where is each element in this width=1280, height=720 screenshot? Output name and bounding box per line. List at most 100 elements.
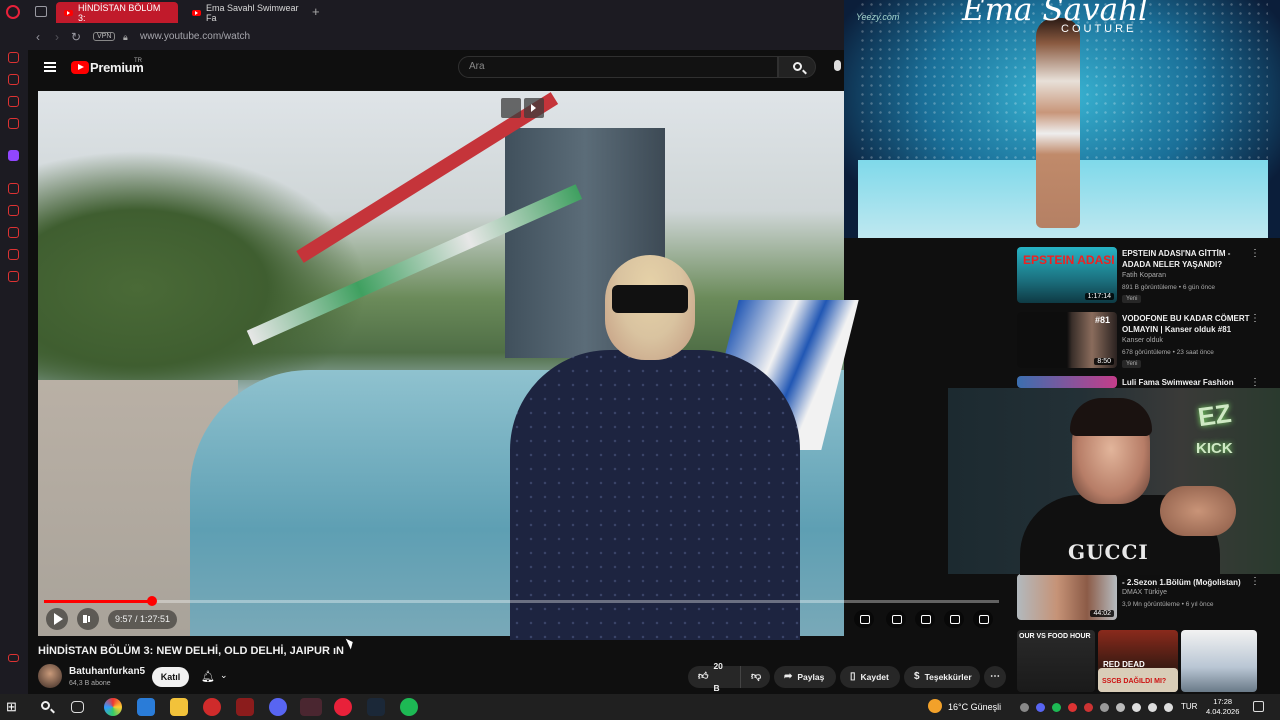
steam-icon[interactable]	[367, 698, 385, 716]
more-vert-icon[interactable]: ⋮	[1250, 377, 1260, 388]
forward-arrow-icon[interactable]: ›	[55, 30, 59, 44]
rec-channel[interactable]: DMAX Türkiye	[1122, 589, 1167, 596]
tray-spotify-icon[interactable]	[1052, 703, 1061, 712]
microphone-icon[interactable]	[1132, 703, 1141, 712]
sidebar-gx-icon[interactable]	[8, 654, 19, 662]
save-button[interactable]: ▯ Kaydet	[840, 666, 900, 688]
file-explorer-icon[interactable]	[170, 698, 188, 716]
rec-title[interactable]: Luli Fama Swimwear Fashion	[1122, 377, 1252, 388]
tray-chevron-icon[interactable]	[1020, 703, 1029, 712]
settings-gear-icon[interactable]	[915, 610, 935, 628]
rec-channel[interactable]: Fatih Koparan	[1122, 272, 1166, 279]
webcam-neon-sign: EZ	[1196, 397, 1234, 433]
opera-logo-icon[interactable]	[6, 5, 20, 19]
more-vert-icon[interactable]: ⋮	[1250, 313, 1260, 324]
rec-channel[interactable]: Kanser olduk	[1122, 337, 1163, 344]
discord-icon[interactable]	[269, 698, 287, 716]
chrome-icon[interactable]	[104, 698, 122, 716]
sidebar-extensions-icon[interactable]	[8, 249, 19, 260]
weather-sun-icon[interactable]	[928, 699, 942, 713]
short-thumbnail[interactable]: OUR VS FOOD HOUR	[1017, 630, 1095, 692]
lock-icon[interactable]: 🔒︎	[123, 32, 128, 43]
dislike-button[interactable]: 👎︎	[740, 666, 770, 688]
voicemod-icon[interactable]	[236, 698, 254, 716]
clock[interactable]: 17:28 4.04.2026	[1206, 697, 1239, 717]
task-view-icon[interactable]	[71, 701, 84, 713]
more-vert-icon[interactable]: ⋮	[1250, 248, 1260, 259]
video-frame-trees	[38, 150, 368, 380]
brand-subtitle: COUTURE	[1061, 23, 1137, 35]
opera-icon[interactable]	[334, 698, 352, 716]
back-arrow-icon[interactable]: ‹	[36, 30, 40, 44]
tray-app-icon[interactable]	[1116, 703, 1125, 712]
speaker-icon[interactable]	[1164, 703, 1173, 712]
search-button[interactable]	[778, 56, 816, 78]
sidebar-clock-icon[interactable]	[8, 183, 19, 194]
short-thumbnail[interactable]: SSCB DAĞILDI MI?	[1098, 668, 1178, 692]
sidebar-bookmark-icon[interactable]	[8, 205, 19, 216]
next-video-icon[interactable]	[524, 98, 544, 118]
language-indicator[interactable]: TUR	[1181, 702, 1197, 711]
sidebar-messenger-icon[interactable]	[8, 52, 19, 63]
tray-discord-icon[interactable]	[1036, 703, 1045, 712]
thanks-button[interactable]: $ Teşekkürler	[904, 666, 980, 688]
sidebar-whatsapp-icon[interactable]	[8, 74, 19, 85]
vpn-badge[interactable]: VPN	[93, 32, 116, 41]
like-button[interactable]: 👍︎ 20 B	[688, 661, 740, 693]
rec-title[interactable]: EPSTEIN ADASI'NA GİTTİM - ADADA NELER YA…	[1122, 248, 1252, 270]
more-actions-button[interactable]: ⋯	[984, 666, 1006, 688]
sidebar-twitch-icon[interactable]	[8, 150, 19, 161]
rec-thumbnail[interactable]: EPSTEIN ADASI 1:17:14	[1017, 247, 1117, 303]
rec-title[interactable]: - 2.Sezon 1.Bölüm (Moğolistan)	[1122, 577, 1252, 588]
windows-start-icon[interactable]: ⊞	[6, 698, 24, 716]
rec-thumb-text: #81	[1095, 315, 1111, 325]
channel-name[interactable]: Batuhanfurkan5	[69, 666, 145, 677]
tray-app-icon[interactable]	[1068, 703, 1077, 712]
microphone-icon[interactable]	[834, 60, 841, 71]
spotify-icon[interactable]	[400, 698, 418, 716]
short-thumbnail[interactable]	[1181, 630, 1257, 692]
progress-bar[interactable]	[44, 600, 999, 603]
fullscreen-icon[interactable]	[973, 610, 993, 628]
opera-gx-icon[interactable]	[300, 698, 322, 716]
more-vert-icon[interactable]: ⋮	[1250, 576, 1260, 587]
url-field[interactable]: www.youtube.com/watch	[140, 31, 250, 42]
rec-thumbnail[interactable]: 44:02	[1017, 574, 1117, 620]
short-thumb-text: SSCB DAĞILDI MI?	[1102, 678, 1167, 685]
tray-app-icon[interactable]	[1084, 703, 1093, 712]
rec-thumbnail[interactable]: #81 8:50	[1017, 312, 1117, 368]
thanks-label: Teşekkürler	[924, 672, 972, 682]
play-button[interactable]	[46, 608, 68, 630]
channel-avatar[interactable]	[38, 664, 62, 688]
theater-mode-icon[interactable]	[944, 610, 964, 628]
rec-title[interactable]: VODOFONE BU KADAR CÖMERT OLMAYIN | Kanse…	[1122, 313, 1252, 335]
outlook-icon[interactable]	[137, 698, 155, 716]
volume-icon[interactable]	[77, 608, 99, 630]
miniplayer-icon[interactable]	[501, 98, 521, 118]
weather-text[interactable]: 16°C Güneşli	[948, 702, 1001, 712]
sidebar-settings-icon[interactable]	[8, 271, 19, 282]
recording-app-icon[interactable]	[203, 698, 221, 716]
rec-thumbnail[interactable]	[1017, 376, 1117, 388]
notification-icon[interactable]	[1253, 701, 1264, 712]
network-icon[interactable]	[1148, 703, 1157, 712]
new-tab-plus-icon[interactable]: +	[312, 4, 320, 19]
join-button[interactable]: Katıl	[152, 667, 189, 687]
browser-tab-ema-savahl[interactable]: Ema Savahl Swimwear Fa	[184, 2, 308, 23]
tray-app-icon[interactable]	[1100, 703, 1109, 712]
reload-icon[interactable]: ↻	[71, 30, 81, 44]
webcam-streamer-hand	[1160, 486, 1236, 536]
tab-overview-icon[interactable]	[35, 6, 47, 17]
menu-icon[interactable]	[44, 62, 56, 72]
browser-tab-hindistan[interactable]: HİNDİSTAN BÖLÜM 3:	[56, 2, 178, 23]
autoplay-toggle[interactable]	[854, 610, 874, 628]
taskbar-search-icon[interactable]	[38, 698, 56, 716]
subtitles-icon[interactable]	[886, 610, 906, 628]
sidebar-instagram-icon[interactable]	[8, 118, 19, 129]
sidebar-history-icon[interactable]	[8, 227, 19, 238]
clock-date: 4.04.2026	[1206, 707, 1240, 716]
sidebar-telegram-icon[interactable]	[8, 96, 19, 107]
youtube-logo-icon[interactable]	[71, 61, 89, 74]
search-input[interactable]: Ara	[458, 56, 778, 78]
share-button[interactable]: ➦ Paylaş	[774, 666, 836, 688]
